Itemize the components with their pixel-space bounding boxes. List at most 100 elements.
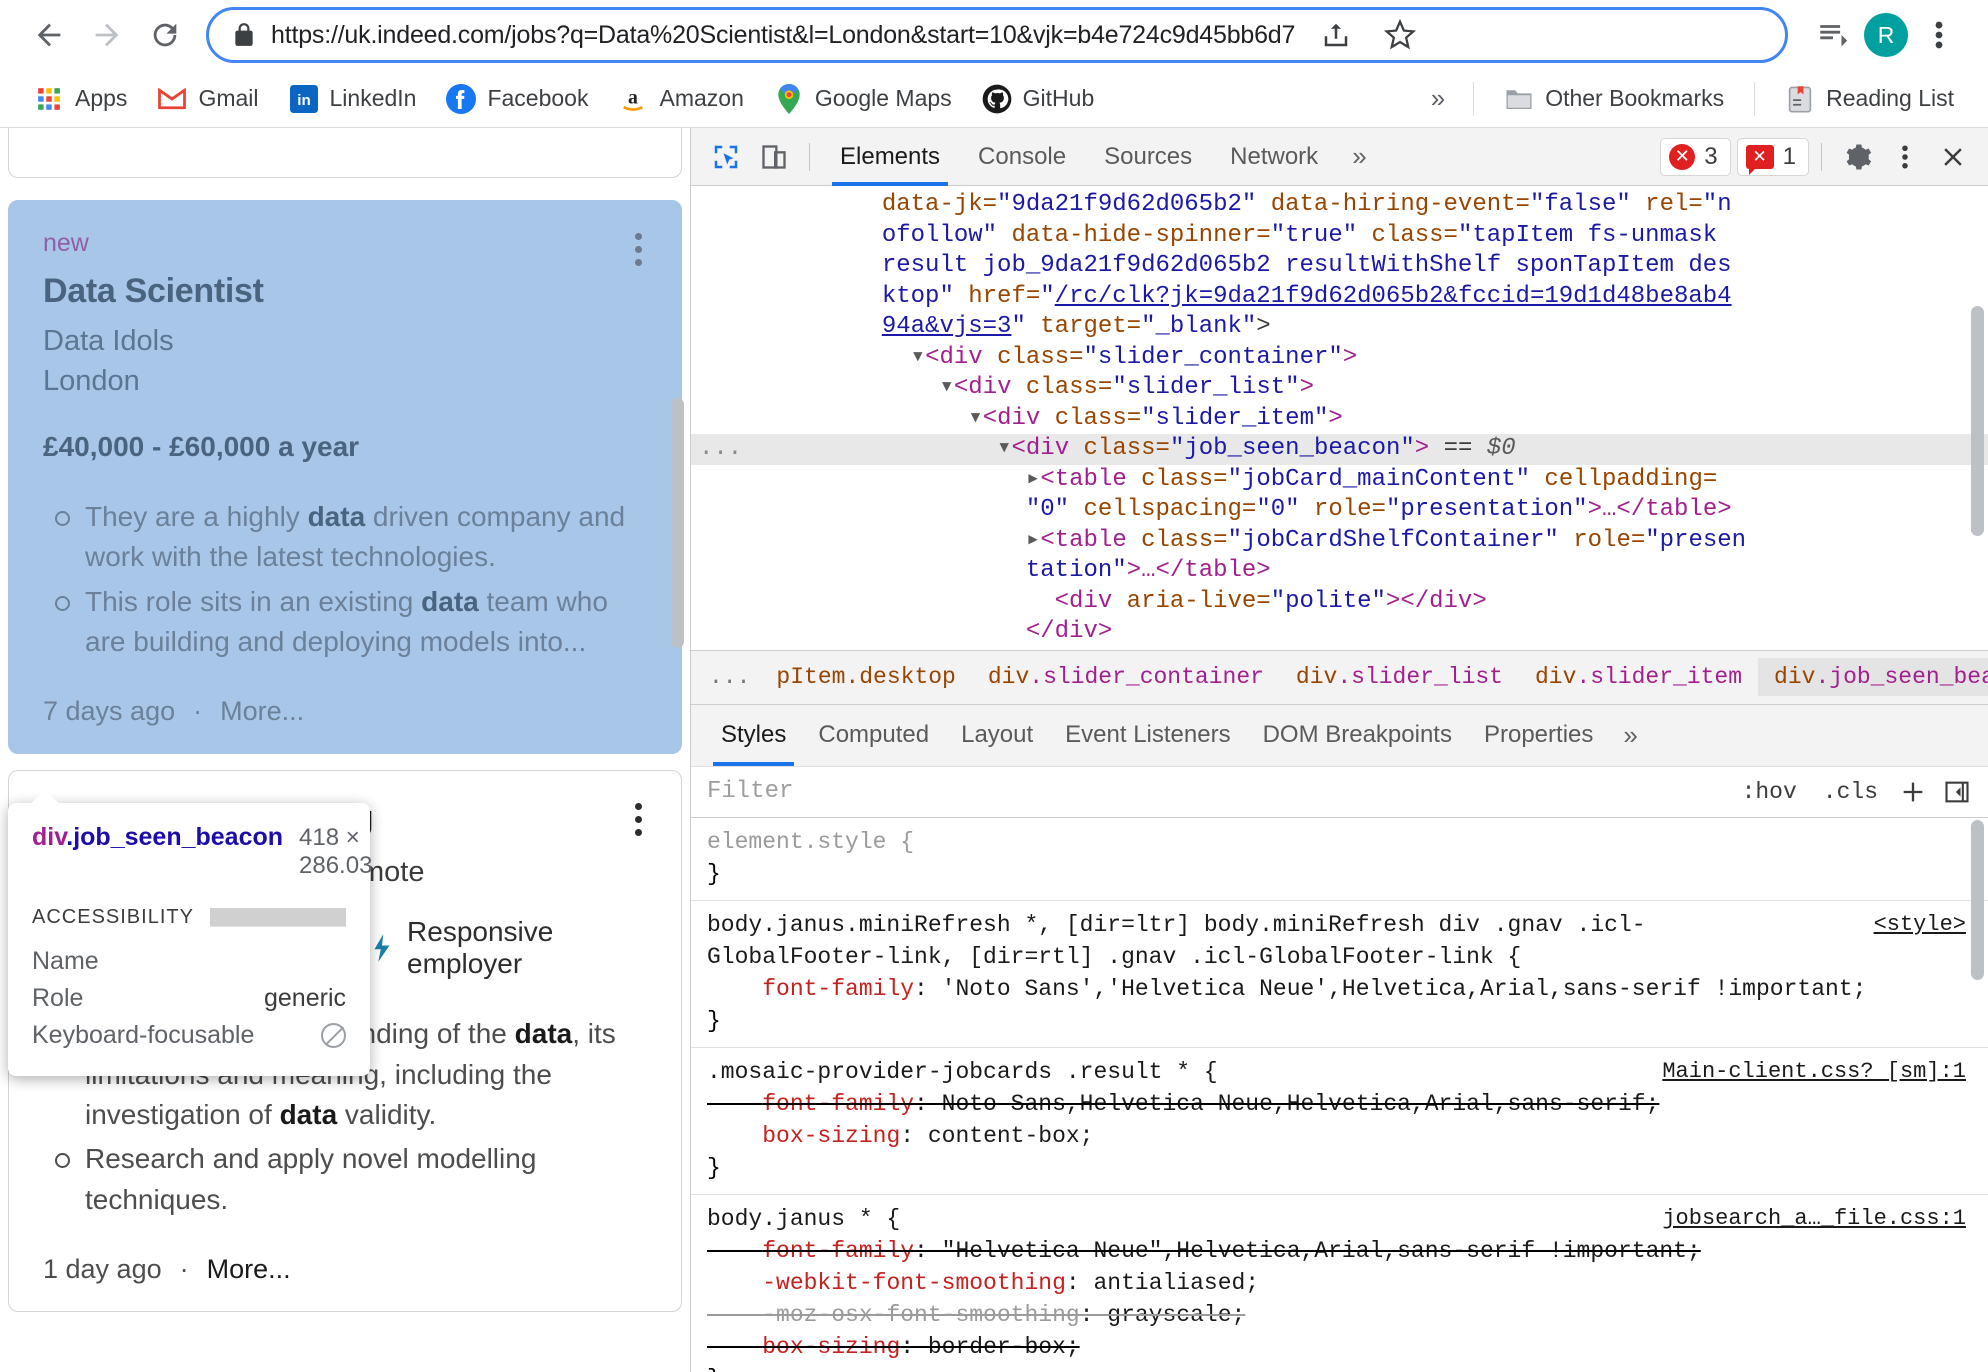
devtools-tab-console[interactable]: Console bbox=[960, 128, 1084, 186]
devtools-menu-icon[interactable] bbox=[1882, 134, 1928, 180]
css-property[interactable]: box-sizing bbox=[762, 1334, 900, 1360]
new-style-rule-icon[interactable] bbox=[1898, 777, 1928, 807]
job-more-link[interactable]: More... bbox=[220, 696, 304, 727]
css-rule[interactable]: jobsearch_a…_file.css:1 body.janus * { fo… bbox=[691, 1195, 1988, 1372]
job-card-menu-icon[interactable] bbox=[621, 797, 655, 841]
other-bookmarks-folder[interactable]: Other Bookmarks bbox=[1492, 78, 1736, 120]
job-title[interactable]: Data Scientist bbox=[43, 272, 647, 311]
devtools-tab-sources[interactable]: Sources bbox=[1086, 128, 1210, 186]
css-declaration[interactable]: -webkit-font-smoothing: antialiased; bbox=[691, 1267, 1988, 1299]
css-property[interactable]: font-family bbox=[762, 1091, 914, 1117]
dom-node[interactable]: <div aria-live="polite"></div> bbox=[691, 587, 1988, 618]
bookmark-gmail[interactable]: Gmail bbox=[145, 78, 270, 120]
address-bar[interactable]: https://uk.indeed.com/jobs?q=Data%20Scie… bbox=[206, 7, 1788, 63]
bookmark-linkedin[interactable]: in LinkedIn bbox=[277, 78, 429, 120]
devtools-tab-elements[interactable]: Elements bbox=[822, 128, 958, 186]
bookmark-star-icon[interactable] bbox=[1373, 8, 1427, 62]
dom-node[interactable]: </div> bbox=[691, 617, 1988, 648]
bookmarks-overflow-button[interactable]: » bbox=[1421, 83, 1455, 114]
css-selector[interactable]: element.style { bbox=[691, 826, 1988, 858]
page-scrollbar[interactable] bbox=[671, 398, 684, 648]
styles-filter-input[interactable]: Filter bbox=[707, 778, 1722, 805]
dom-node[interactable]: ▾<div class="slider_container"> bbox=[691, 343, 1988, 374]
css-property[interactable]: box-sizing bbox=[762, 1123, 900, 1149]
css-property[interactable]: -webkit-font-smoothing bbox=[762, 1270, 1066, 1296]
breadcrumb-item-job-seen-beacon[interactable]: div.job_seen_beacon bbox=[1758, 658, 1988, 697]
css-declaration[interactable]: font-family: Noto Sans,Helvetica Neue,He… bbox=[691, 1088, 1988, 1120]
expand-triangle-down-icon[interactable]: ▾ bbox=[911, 344, 925, 371]
job-card-menu-icon[interactable] bbox=[621, 227, 655, 271]
styles-tab-layout[interactable]: Layout bbox=[945, 704, 1049, 766]
dom-node[interactable]: ktop" href="/rc/clk?jk=9da21f9d62d065b2&… bbox=[691, 282, 1988, 313]
reading-list-button[interactable]: Reading List bbox=[1773, 78, 1966, 120]
dom-node[interactable]: tation">…</table> bbox=[691, 556, 1988, 587]
css-declaration[interactable]: -moz-osx-font-smoothing: grayscale; bbox=[691, 1299, 1988, 1331]
css-declaration[interactable]: font-family: 'Noto Sans','Helvetica Neue… bbox=[691, 973, 1988, 1005]
breadcrumb-item-slider-container[interactable]: div.slider_container bbox=[972, 658, 1280, 696]
css-selector[interactable]: body.janus * { bbox=[691, 1203, 1671, 1235]
computed-sidebar-toggle-icon[interactable] bbox=[1942, 777, 1972, 807]
share-icon[interactable] bbox=[1309, 8, 1363, 62]
css-declaration[interactable]: box-sizing: content-box; bbox=[691, 1120, 1988, 1152]
css-value[interactable]: : antialiased; bbox=[1066, 1270, 1259, 1296]
job-card-previous-partial[interactable] bbox=[8, 128, 682, 178]
expand-triangle-down-icon[interactable]: ▾ bbox=[997, 435, 1011, 462]
bookmark-google-maps[interactable]: Google Maps bbox=[762, 78, 964, 120]
dom-node[interactable]: "0" cellspacing="0" role="presentation">… bbox=[691, 495, 1988, 526]
dom-node[interactable]: ofollow" data-hide-spinner="true" class=… bbox=[691, 221, 1988, 252]
dom-tree-scrollbar[interactable] bbox=[1971, 306, 1984, 536]
css-declaration[interactable]: font-family: "Helvetica Neue",Helvetica,… bbox=[691, 1235, 1988, 1267]
warning-count-badge[interactable]: ✕ 1 bbox=[1736, 137, 1809, 176]
css-rule[interactable]: element.style {} bbox=[691, 818, 1988, 901]
inspect-element-icon[interactable] bbox=[703, 134, 749, 180]
reading-list-icon[interactable] bbox=[1806, 8, 1860, 62]
breadcrumb-item-slider-list[interactable]: div.slider_list bbox=[1280, 658, 1519, 696]
expand-triangle-down-icon[interactable]: ▾ bbox=[968, 405, 982, 432]
css-value[interactable]: : content-box; bbox=[900, 1123, 1093, 1149]
devtools-tab-network[interactable]: Network bbox=[1212, 128, 1336, 186]
breadcrumb-item-slider-item[interactable]: div.slider_item bbox=[1519, 658, 1758, 696]
styles-tab-styles[interactable]: Styles bbox=[705, 704, 802, 767]
chrome-menu-icon[interactable] bbox=[1912, 8, 1966, 62]
dom-node[interactable]: ▾<div class="slider_list"> bbox=[691, 373, 1988, 404]
css-value[interactable]: : 'Noto Sans','Helvetica Neue',Helvetica… bbox=[914, 976, 1866, 1002]
forward-button[interactable] bbox=[80, 8, 134, 62]
css-value[interactable]: : grayscale; bbox=[1080, 1302, 1246, 1328]
styles-tab-properties[interactable]: Properties bbox=[1468, 704, 1609, 766]
bookmark-apps[interactable]: Apps bbox=[22, 78, 139, 120]
css-property[interactable]: font-family bbox=[762, 1238, 914, 1264]
dom-node[interactable]: 94a&vjs=3" target="_blank"> bbox=[691, 312, 1988, 343]
job-card-highlighted[interactable]: new Data Scientist Data Idols London £40… bbox=[8, 200, 682, 755]
css-selector[interactable]: body.janus.miniRefresh *, [dir=ltr] body… bbox=[691, 909, 1671, 973]
breadcrumb-item-pitem[interactable]: pItem.desktop bbox=[760, 658, 971, 696]
expand-triangle-right-icon[interactable]: ▸ bbox=[1026, 466, 1040, 493]
reload-button[interactable] bbox=[138, 8, 192, 62]
devtools-tabs-overflow-icon[interactable]: » bbox=[1338, 141, 1380, 172]
job-company[interactable]: Data Idols bbox=[43, 321, 647, 361]
css-value[interactable]: : Noto Sans,Helvetica Neue,Helvetica,Ari… bbox=[914, 1091, 1659, 1117]
styles-tab-event-listeners[interactable]: Event Listeners bbox=[1049, 704, 1246, 766]
css-property[interactable]: -moz-osx-font-smoothing bbox=[762, 1302, 1079, 1328]
css-rule-origin-link[interactable]: jobsearch_a…_file.css:1 bbox=[1662, 1203, 1966, 1235]
error-count-badge[interactable]: ✕ 3 bbox=[1660, 137, 1731, 176]
bookmark-amazon[interactable]: a Amazon bbox=[606, 78, 755, 120]
dom-node[interactable]: ▾<div class="slider_item"> bbox=[691, 404, 1988, 435]
css-rule[interactable]: <style> body.janus.miniRefresh *, [dir=lt… bbox=[691, 901, 1988, 1048]
close-devtools-icon[interactable] bbox=[1930, 134, 1976, 180]
back-button[interactable] bbox=[22, 8, 76, 62]
dom-node[interactable]: result job_9da21f9d62d065b2 resultWithSh… bbox=[691, 251, 1988, 282]
styles-tabs-overflow-icon[interactable]: » bbox=[1609, 720, 1651, 751]
css-property[interactable]: font-family bbox=[762, 976, 914, 1002]
css-declaration[interactable]: box-sizing: border-box; bbox=[691, 1331, 1988, 1363]
device-toolbar-icon[interactable] bbox=[751, 134, 797, 180]
css-rules-list[interactable]: element.style {} <style> body.janus.miniRe… bbox=[691, 817, 1988, 1372]
css-rule-origin-link[interactable]: Main-client.css? [sm]:1 bbox=[1662, 1056, 1966, 1088]
dom-node[interactable]: data-jk="9da21f9d62d065b2" data-hiring-e… bbox=[691, 190, 1988, 221]
styles-tab-dom-breakpoints[interactable]: DOM Breakpoints bbox=[1247, 704, 1468, 766]
dom-node[interactable]: </div> bbox=[691, 648, 1988, 650]
expand-triangle-right-icon[interactable]: ▸ bbox=[1026, 527, 1040, 554]
bookmark-github[interactable]: GitHub bbox=[970, 78, 1107, 120]
breadcrumb-left-overflow[interactable]: ... bbox=[699, 664, 760, 690]
expand-triangle-down-icon[interactable]: ▾ bbox=[939, 374, 953, 401]
css-value[interactable]: : border-box; bbox=[900, 1334, 1079, 1360]
